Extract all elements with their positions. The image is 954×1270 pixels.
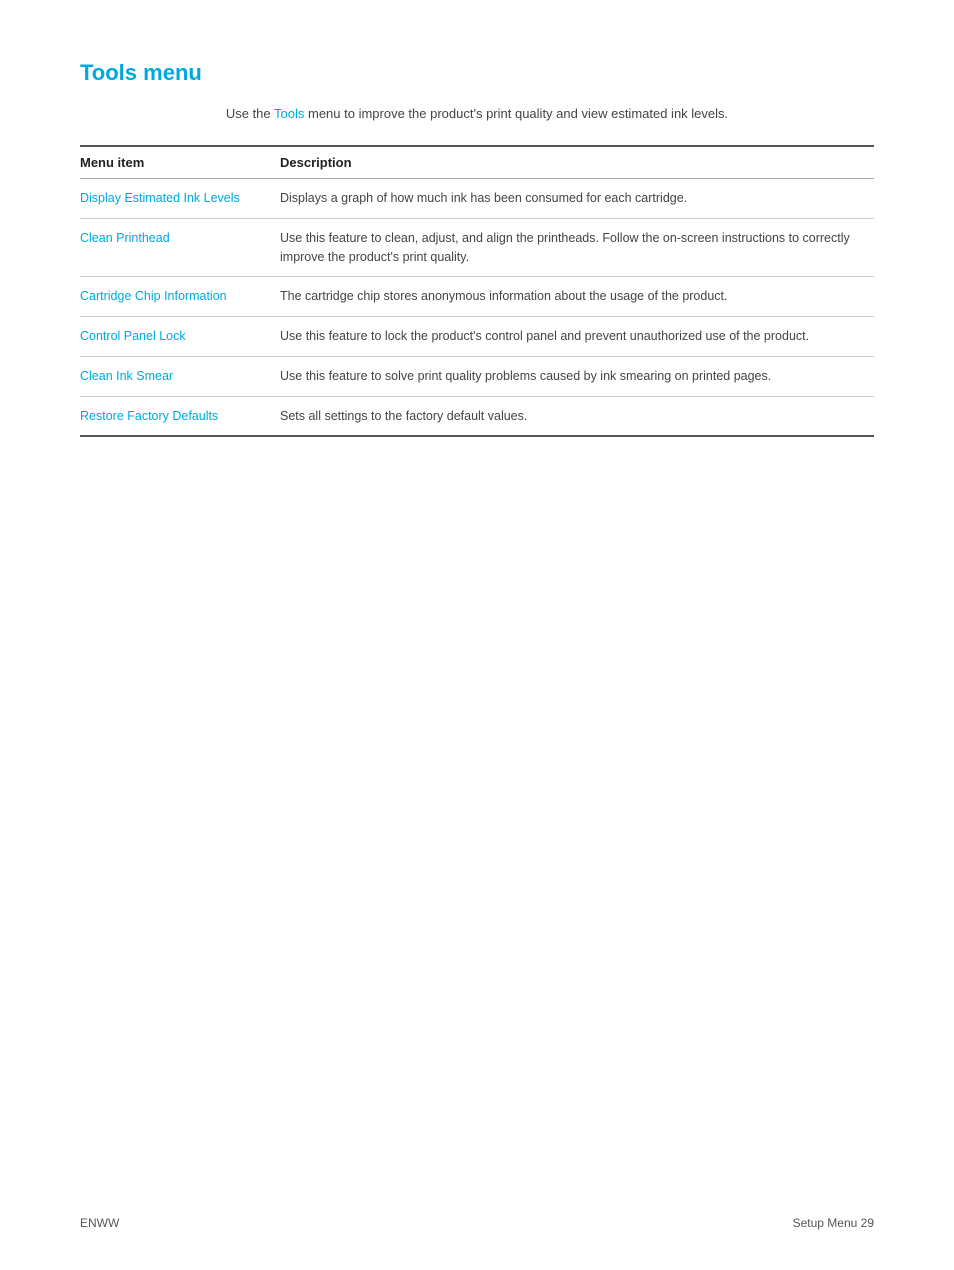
table-row: Clean Ink SmearUse this feature to solve…	[80, 356, 874, 396]
menu-item-link[interactable]: Clean Printhead	[80, 218, 280, 277]
menu-item-description: Use this feature to solve print quality …	[280, 356, 874, 396]
table-row: Clean PrintheadUse this feature to clean…	[80, 218, 874, 277]
intro-paragraph: Use the Tools menu to improve the produc…	[80, 106, 874, 121]
menu-item-link[interactable]: Display Estimated Ink Levels	[80, 179, 280, 219]
menu-item-link[interactable]: Clean Ink Smear	[80, 356, 280, 396]
footer-left: ENWW	[80, 1216, 119, 1230]
col1-header: Menu item	[80, 146, 280, 179]
menu-item-link[interactable]: Restore Factory Defaults	[80, 396, 280, 436]
menu-item-link[interactable]: Cartridge Chip Information	[80, 277, 280, 317]
table-row: Display Estimated Ink LevelsDisplays a g…	[80, 179, 874, 219]
menu-item-description: Use this feature to lock the product's c…	[280, 317, 874, 357]
intro-text-before: Use the	[226, 106, 274, 121]
menu-item-description: Use this feature to clean, adjust, and a…	[280, 218, 874, 277]
menu-table: Menu item Description Display Estimated …	[80, 145, 874, 437]
page-title: Tools menu	[80, 60, 874, 86]
footer-right: Setup Menu 29	[793, 1216, 874, 1230]
page-footer: ENWW Setup Menu 29	[0, 1216, 954, 1230]
menu-item-description: Sets all settings to the factory default…	[280, 396, 874, 436]
menu-item-description: The cartridge chip stores anonymous info…	[280, 277, 874, 317]
table-row: Cartridge Chip InformationThe cartridge …	[80, 277, 874, 317]
menu-item-description: Displays a graph of how much ink has bee…	[280, 179, 874, 219]
intro-text-after: menu to improve the product's print qual…	[304, 106, 728, 121]
menu-item-link[interactable]: Control Panel Lock	[80, 317, 280, 357]
col2-header: Description	[280, 146, 874, 179]
table-row: Control Panel LockUse this feature to lo…	[80, 317, 874, 357]
table-header-row: Menu item Description	[80, 146, 874, 179]
tools-link[interactable]: Tools	[274, 106, 304, 121]
page-container: Tools menu Use the Tools menu to improve…	[0, 0, 954, 517]
table-row: Restore Factory DefaultsSets all setting…	[80, 396, 874, 436]
